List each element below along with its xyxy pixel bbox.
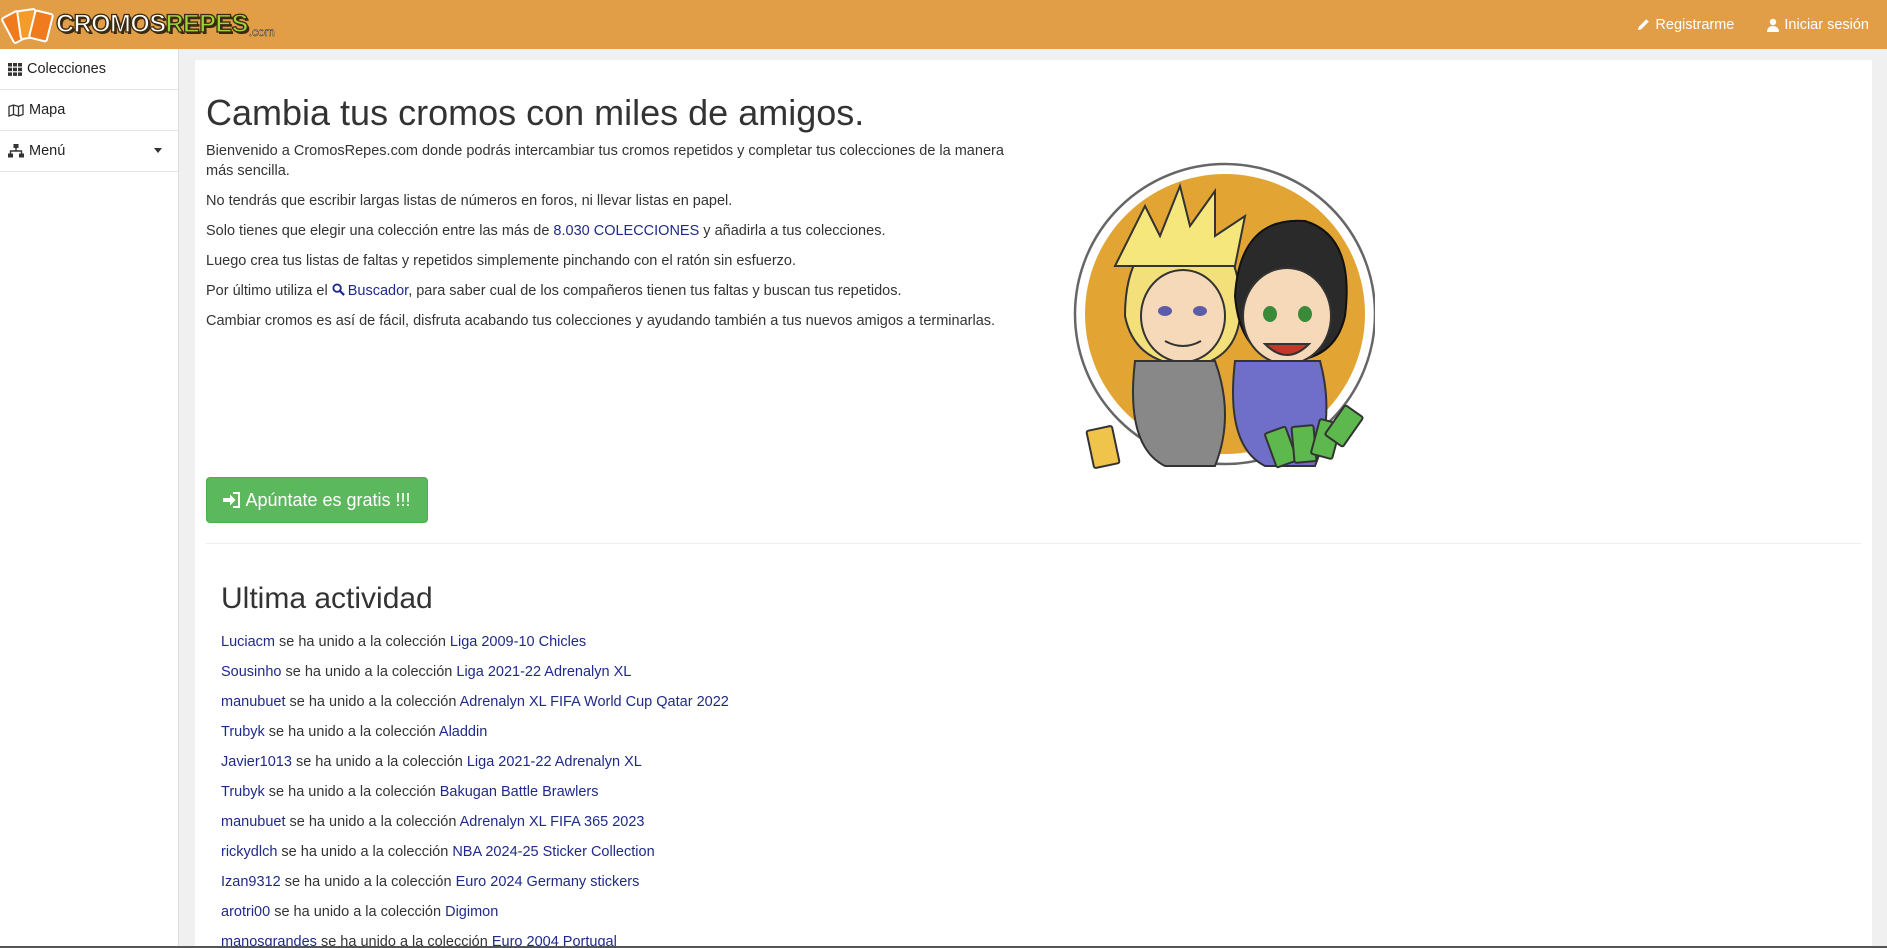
logo-wordmark: CROMOSREPES <box>55 9 249 38</box>
activity-list: Luciacm se ha unido a la colección Liga … <box>221 627 1021 948</box>
two-kids-trading-cards-illustration <box>1073 162 1375 469</box>
activity-row: manosgrandes se ha unido a la colección … <box>221 927 1021 948</box>
intro-paragraph: Por último utiliza el Buscador, para sab… <box>206 282 902 299</box>
sidebar-item-label: Mapa <box>29 102 66 118</box>
map-icon <box>8 103 24 117</box>
nav-right: Registrarme Iniciar sesión <box>1604 17 1869 33</box>
activity-user-link[interactable]: Trubyk <box>221 724 265 740</box>
activity-text: se ha unido a la colección <box>275 634 450 650</box>
activity-row: manubuet se ha unido a la colección Adre… <box>221 807 1021 837</box>
main-content: Cambia tus cromos con miles de amigos. B… <box>195 60 1872 948</box>
intro-paragraph: No tendrás que escribir largas listas de… <box>206 192 733 209</box>
signup-free-label: Apúntate es gratis !!! <box>245 489 411 510</box>
login-link[interactable]: Iniciar sesión <box>1767 17 1869 33</box>
activity-text: se ha unido a la colección <box>285 694 460 710</box>
intro-paragraph: Bienvenido a CromosRepes.com donde podrá… <box>206 143 1004 179</box>
activity-collection-link[interactable]: NBA 2024-25 Sticker Collection <box>452 844 654 860</box>
activity-text: se ha unido a la colección <box>277 844 453 860</box>
caret-down-icon <box>154 148 162 153</box>
top-navbar: CROMOSREPES .com Registrarme Iniciar ses… <box>0 0 1887 49</box>
logo-suffix: .com <box>248 24 276 39</box>
activity-collection-link[interactable]: Liga 2021-22 Adrenalyn XL <box>467 754 642 770</box>
grid-icon <box>8 62 22 76</box>
pencil-icon <box>1638 19 1650 31</box>
activity-title: Ultima actividad <box>221 582 433 615</box>
activity-row: arotri00 se ha unido a la colección Digi… <box>221 897 1021 927</box>
search-icon <box>332 282 345 296</box>
activity-text: se ha unido a la colección <box>281 664 457 680</box>
activity-text: se ha unido a la colección <box>285 814 460 830</box>
activity-collection-link[interactable]: Digimon <box>445 904 498 920</box>
sidebar-item-label: Menú <box>29 143 66 159</box>
activity-user-link[interactable]: Sousinho <box>221 664 281 680</box>
sidebar-item-menu[interactable]: Menú <box>0 131 178 172</box>
intro-text: Bienvenido a CromosRepes.com donde podrá… <box>206 142 1026 342</box>
activity-user-link[interactable]: Luciacm <box>221 634 275 650</box>
activity-row: Sousinho se ha unido a la colección Liga… <box>221 657 1021 687</box>
page-title: Cambia tus cromos con miles de amigos. <box>206 92 865 133</box>
site-logo[interactable]: CROMOSREPES .com <box>0 0 276 49</box>
activity-collection-link[interactable]: Liga 2009-10 Chicles <box>450 634 586 650</box>
activity-user-link[interactable]: arotri00 <box>221 904 270 920</box>
section-divider <box>206 543 1861 544</box>
activity-row: Trubyk se ha unido a la colección Aladdi… <box>221 717 1021 747</box>
sign-in-icon <box>223 492 241 508</box>
sitemap-icon <box>8 144 24 158</box>
collections-count-link[interactable]: 8.030 COLECCIONES <box>553 223 699 239</box>
register-label: Registrarme <box>1655 16 1735 33</box>
activity-text: se ha unido a la colección <box>270 904 446 920</box>
activity-row: Luciacm se ha unido a la colección Liga … <box>221 627 1021 657</box>
activity-collection-link[interactable]: Bakugan Battle Brawlers <box>440 784 599 800</box>
sidebar: Colecciones Mapa Menú <box>0 49 179 948</box>
activity-row: rickydlch se ha unido a la colección NBA… <box>221 837 1021 867</box>
user-icon <box>1767 18 1780 32</box>
activity-user-link[interactable]: Izan9312 <box>221 874 281 890</box>
activity-row: Javier1013 se ha unido a la colección Li… <box>221 747 1021 777</box>
activity-user-link[interactable]: rickydlch <box>221 844 277 860</box>
signup-free-button[interactable]: Apúntate es gratis !!! <box>206 477 428 523</box>
cards-logo-icon <box>0 7 56 45</box>
intro-paragraph: Luego crea tus listas de faltas y repeti… <box>206 252 797 269</box>
activity-text: se ha unido a la colección <box>264 784 440 800</box>
activity-user-link[interactable]: Javier1013 <box>221 754 292 770</box>
intro-paragraph: Solo tienes que elegir una colección ent… <box>206 222 886 239</box>
activity-text: se ha unido a la colección <box>264 724 439 740</box>
activity-row: Izan9312 se ha unido a la colección Euro… <box>221 867 1021 897</box>
login-label: Iniciar sesión <box>1784 16 1869 33</box>
search-link[interactable]: Buscador <box>332 283 408 299</box>
sidebar-item-label: Colecciones <box>27 61 106 77</box>
activity-collection-link[interactable]: Adrenalyn XL FIFA World Cup Qatar 2022 <box>460 694 729 710</box>
sidebar-item-colecciones[interactable]: Colecciones <box>0 49 178 90</box>
activity-collection-link[interactable]: Adrenalyn XL FIFA 365 2023 <box>460 814 645 830</box>
intro-paragraph: Cambiar cromos es así de fácil, disfruta… <box>206 312 996 329</box>
activity-text: se ha unido a la colección <box>291 754 467 770</box>
activity-user-link[interactable]: manubuet <box>221 814 286 830</box>
activity-collection-link[interactable]: Aladdin <box>439 724 487 740</box>
activity-user-link[interactable]: manubuet <box>221 694 286 710</box>
activity-user-link[interactable]: Trubyk <box>221 784 265 800</box>
sidebar-item-mapa[interactable]: Mapa <box>0 90 178 131</box>
activity-text: se ha unido a la colección <box>280 874 456 890</box>
activity-row: Trubyk se ha unido a la colección Bakuga… <box>221 777 1021 807</box>
register-link[interactable]: Registrarme <box>1637 17 1734 33</box>
activity-collection-link[interactable]: Liga 2021-22 Adrenalyn XL <box>456 664 631 680</box>
activity-row: manubuet se ha unido a la colección Adre… <box>221 687 1021 717</box>
activity-collection-link[interactable]: Euro 2024 Germany stickers <box>456 874 640 890</box>
